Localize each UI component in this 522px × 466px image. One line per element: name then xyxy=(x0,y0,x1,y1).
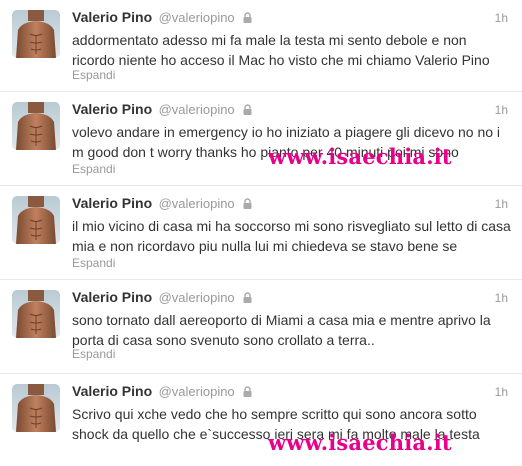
tweet-header: Valerio Pino @valeriopino xyxy=(72,289,252,307)
avatar[interactable] xyxy=(12,196,60,244)
tweet-text: il mio vicino di casa mi ha soccorso mi … xyxy=(72,218,511,254)
tweet[interactable]: Valerio Pino @valeriopino 1h addormentat… xyxy=(0,0,522,92)
tweet-timestamp[interactable]: 1h xyxy=(495,385,508,399)
tweet-text: sono tornato dall aereoporto di Miami a … xyxy=(72,312,491,348)
tweet-timeline: Valerio Pino @valeriopino 1h addormentat… xyxy=(0,0,522,466)
tweet-timestamp[interactable]: 1h xyxy=(495,103,508,117)
user-fullname[interactable]: Valerio Pino xyxy=(72,383,152,399)
user-fullname[interactable]: Valerio Pino xyxy=(72,195,152,211)
expand-link[interactable]: Espandi xyxy=(72,68,115,82)
tweet-timestamp[interactable]: 1h xyxy=(495,11,508,25)
user-fullname[interactable]: Valerio Pino xyxy=(72,9,152,25)
expand-link[interactable]: Espandi xyxy=(72,256,115,270)
tweet-header: Valerio Pino @valeriopino xyxy=(72,383,252,401)
tweet-timestamp[interactable]: 1h xyxy=(495,291,508,305)
lock-icon xyxy=(243,102,252,120)
tweet[interactable]: Valerio Pino @valeriopino 1h volevo anda… xyxy=(0,92,522,186)
expand-link[interactable]: Espandi xyxy=(72,162,115,176)
user-handle[interactable]: @valeriopino xyxy=(159,290,235,305)
watermark: www.isaechia.it xyxy=(268,144,452,169)
lock-icon xyxy=(243,290,252,308)
tweet-header: Valerio Pino @valeriopino xyxy=(72,195,252,213)
user-handle[interactable]: @valeriopino xyxy=(159,10,235,25)
lock-icon xyxy=(243,10,252,28)
user-fullname[interactable]: Valerio Pino xyxy=(72,101,152,117)
watermark: www.isaechia.it xyxy=(268,430,452,455)
tweet-text: addormentato adesso mi fa male la testa … xyxy=(72,32,490,68)
avatar[interactable] xyxy=(12,290,60,338)
user-handle[interactable]: @valeriopino xyxy=(159,384,235,399)
lock-icon xyxy=(243,196,252,214)
lock-icon xyxy=(243,384,252,402)
user-handle[interactable]: @valeriopino xyxy=(159,196,235,211)
avatar[interactable] xyxy=(12,384,60,432)
avatar[interactable] xyxy=(12,10,60,58)
tweet[interactable]: Valerio Pino @valeriopino 1h sono tornat… xyxy=(0,280,522,374)
tweet-header: Valerio Pino @valeriopino xyxy=(72,101,252,119)
avatar[interactable] xyxy=(12,102,60,150)
tweet[interactable]: Valerio Pino @valeriopino 1h il mio vici… xyxy=(0,186,522,280)
tweet-timestamp[interactable]: 1h xyxy=(495,197,508,211)
user-fullname[interactable]: Valerio Pino xyxy=(72,289,152,305)
user-handle[interactable]: @valeriopino xyxy=(159,102,235,117)
tweet-header: Valerio Pino @valeriopino xyxy=(72,9,252,27)
expand-link[interactable]: Espandi xyxy=(72,347,115,361)
